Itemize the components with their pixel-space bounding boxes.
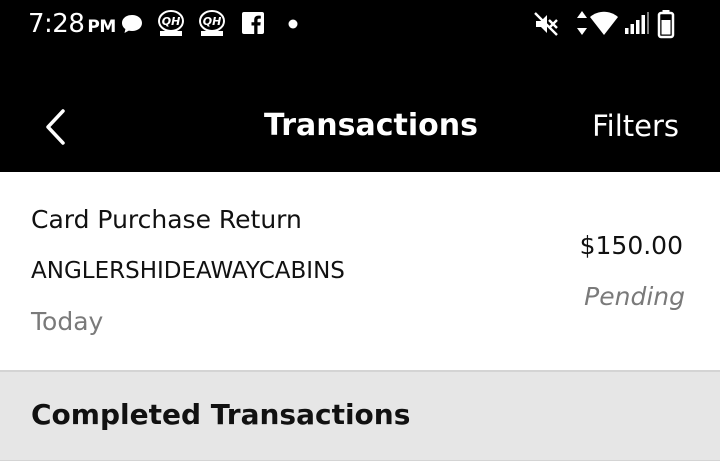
page-title: Transactions [264, 108, 478, 143]
chevron-left-icon [46, 109, 65, 145]
completed-transactions-header: Completed Transactions [0, 372, 720, 460]
qh-slots-icon: QH [199, 10, 225, 36]
transaction-amount: $150.00 [579, 231, 683, 260]
transaction-date: Today [31, 307, 104, 336]
status-bar: 7:28 PM QH QH [0, 0, 720, 50]
transaction-type: Card Purchase Return [31, 205, 302, 234]
status-time-value: 7:28 [28, 9, 85, 39]
status-time: 7:28 PM [28, 9, 116, 42]
wifi-icon [590, 11, 618, 35]
back-button[interactable] [38, 106, 78, 148]
data-arrows-icon [577, 11, 587, 35]
battery-icon [657, 10, 675, 39]
notification-dot-icon [288, 19, 298, 29]
signal-icon [625, 12, 649, 34]
app-bar: Transactions Filters [0, 50, 720, 172]
vibrate-off-icon [534, 12, 558, 36]
list-continuation [0, 460, 720, 472]
transaction-status: Pending [584, 282, 685, 311]
qh-logo-text: QH [203, 15, 222, 28]
status-time-ampm: PM [87, 17, 116, 37]
section-title: Completed Transactions [31, 398, 411, 431]
qh-logo-text: QH [162, 15, 181, 28]
pending-transaction-row[interactable]: Card Purchase Return ANGLERSHIDEAWAYCABI… [0, 172, 720, 370]
facebook-icon [242, 12, 264, 34]
filters-button[interactable]: Filters [592, 106, 679, 146]
qh-slots-icon: QH [158, 10, 184, 36]
transaction-merchant: ANGLERSHIDEAWAYCABINS [31, 258, 345, 284]
chat-bubble-icon [122, 15, 142, 33]
